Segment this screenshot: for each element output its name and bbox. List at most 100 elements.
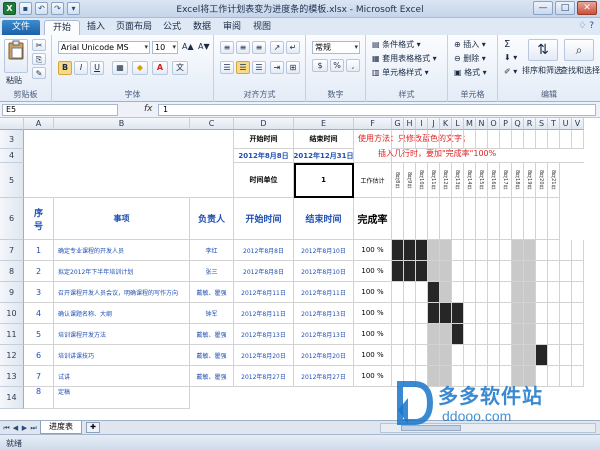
header-date-cell[interactable]: [476, 198, 488, 240]
empty-cell[interactable]: [548, 130, 560, 149]
task-end[interactable]: 2012年8月10日: [294, 240, 354, 261]
gantt-cell[interactable]: [464, 324, 476, 345]
empty-cell[interactable]: [404, 130, 416, 149]
gantt-cell[interactable]: [524, 261, 536, 282]
gantt-cell[interactable]: [548, 282, 560, 303]
empty-cell[interactable]: [536, 130, 548, 149]
task-item[interactable]: 培训课程开发方法: [54, 324, 190, 345]
column-header-c[interactable]: C: [190, 118, 234, 130]
gantt-cell[interactable]: [500, 345, 512, 366]
empty-cell[interactable]: [476, 130, 488, 149]
task-rate[interactable]: 100 %: [354, 345, 392, 366]
currency-icon[interactable]: $: [312, 59, 328, 72]
gantt-cell[interactable]: [488, 261, 500, 282]
italic-button[interactable]: I: [74, 61, 88, 75]
format-painter-icon[interactable]: ✎: [32, 67, 46, 79]
header-date-cell[interactable]: [524, 198, 536, 240]
task-seq[interactable]: 1: [24, 240, 54, 261]
header-date-cell[interactable]: [500, 198, 512, 240]
task-rate[interactable]: 100 %: [354, 324, 392, 345]
column-header-r[interactable]: R: [524, 118, 536, 130]
header-date-cell[interactable]: [536, 198, 548, 240]
header-owner[interactable]: 负责人: [190, 198, 234, 240]
cell-d3-start-label[interactable]: 开始时间: [234, 130, 294, 149]
gantt-cell[interactable]: [524, 345, 536, 366]
borders-icon[interactable]: ▦: [112, 61, 128, 75]
gantt-bar-cell[interactable]: [536, 345, 548, 366]
header-seq[interactable]: 序号: [24, 198, 54, 240]
gantt-cell[interactable]: [500, 261, 512, 282]
row-header-13[interactable]: 13: [0, 366, 24, 387]
gantt-bar-cell[interactable]: [440, 303, 452, 324]
task-seq[interactable]: 3: [24, 282, 54, 303]
gantt-bar-cell[interactable]: [428, 303, 440, 324]
task-owner[interactable]: 钟军: [190, 303, 234, 324]
gantt-cell[interactable]: [560, 261, 572, 282]
task-owner[interactable]: 张三: [190, 261, 234, 282]
header-date-cell[interactable]: [464, 198, 476, 240]
gantt-cell[interactable]: [572, 240, 584, 261]
column-header-p[interactable]: P: [500, 118, 512, 130]
gantt-cell[interactable]: [404, 324, 416, 345]
empty-cell[interactable]: [572, 130, 584, 149]
column-header-k[interactable]: K: [440, 118, 452, 130]
gantt-cell[interactable]: [548, 303, 560, 324]
gantt-cell[interactable]: [428, 324, 440, 345]
task-item[interactable]: 试讲: [54, 366, 190, 387]
gantt-cell[interactable]: [512, 345, 524, 366]
gantt-cell[interactable]: [524, 303, 536, 324]
cell-e3-end-label[interactable]: 结束时间: [294, 130, 354, 149]
column-header-g[interactable]: G: [392, 118, 404, 130]
first-sheet-icon[interactable]: ⏮: [2, 423, 11, 433]
next-sheet-icon[interactable]: ▶: [20, 423, 29, 433]
task-start[interactable]: 2012年8月11日: [234, 303, 294, 324]
format-cells-button[interactable]: ▣ 格式 ▾: [454, 67, 487, 78]
column-header-l[interactable]: L: [452, 118, 464, 130]
sort-filter-icon[interactable]: ⇅: [528, 39, 558, 61]
column-header-j[interactable]: J: [428, 118, 440, 130]
gantt-cell[interactable]: [452, 282, 464, 303]
gantt-cell[interactable]: [548, 324, 560, 345]
gantt-bar-cell[interactable]: [416, 240, 428, 261]
task-owner[interactable]: 戴敏、瞿强: [190, 282, 234, 303]
task-start[interactable]: 2012年8月11日: [234, 282, 294, 303]
merged-blank-cell[interactable]: [24, 130, 234, 198]
gantt-cell[interactable]: [512, 303, 524, 324]
task-start[interactable]: 2012年8月20日: [234, 345, 294, 366]
tab-home[interactable]: 开始: [44, 20, 80, 35]
clear-icon[interactable]: ✐ ▾: [504, 67, 517, 76]
gantt-cell[interactable]: [488, 282, 500, 303]
task-end[interactable]: 2012年8月27日: [294, 366, 354, 387]
empty-cell[interactable]: [440, 130, 452, 149]
gantt-cell[interactable]: [512, 282, 524, 303]
align-top-icon[interactable]: ≡: [220, 41, 234, 54]
gantt-cell[interactable]: [440, 345, 452, 366]
task-owner[interactable]: 李红: [190, 240, 234, 261]
gantt-cell[interactable]: [404, 303, 416, 324]
empty-cell[interactable]: [416, 130, 428, 149]
task-seq[interactable]: 6: [24, 345, 54, 366]
shrink-font-button[interactable]: A▼: [198, 42, 210, 51]
grow-font-button[interactable]: A▲: [182, 42, 194, 51]
gantt-cell[interactable]: [500, 240, 512, 261]
gantt-cell[interactable]: [524, 282, 536, 303]
header-date-cell[interactable]: [428, 198, 440, 240]
gantt-cell[interactable]: [560, 324, 572, 345]
task-item[interactable]: 确认课题名称、大纲: [54, 303, 190, 324]
gantt-cell[interactable]: [452, 261, 464, 282]
gantt-bar-cell[interactable]: [416, 261, 428, 282]
empty-cell[interactable]: [464, 130, 476, 149]
task-rate[interactable]: 100 %: [354, 240, 392, 261]
align-left-icon[interactable]: ☰: [220, 61, 234, 74]
gantt-cell[interactable]: [416, 345, 428, 366]
prev-sheet-icon[interactable]: ◀: [11, 423, 20, 433]
empty-cell[interactable]: [488, 130, 500, 149]
tab-page-layout[interactable]: 页面布局: [112, 20, 156, 35]
gantt-cell[interactable]: [572, 282, 584, 303]
gantt-cell[interactable]: [536, 240, 548, 261]
column-header-a[interactable]: A: [24, 118, 54, 130]
empty-cell[interactable]: [500, 130, 512, 149]
row-header-12[interactable]: 12: [0, 345, 24, 366]
gantt-cell[interactable]: [500, 282, 512, 303]
empty-cell[interactable]: [392, 130, 404, 149]
